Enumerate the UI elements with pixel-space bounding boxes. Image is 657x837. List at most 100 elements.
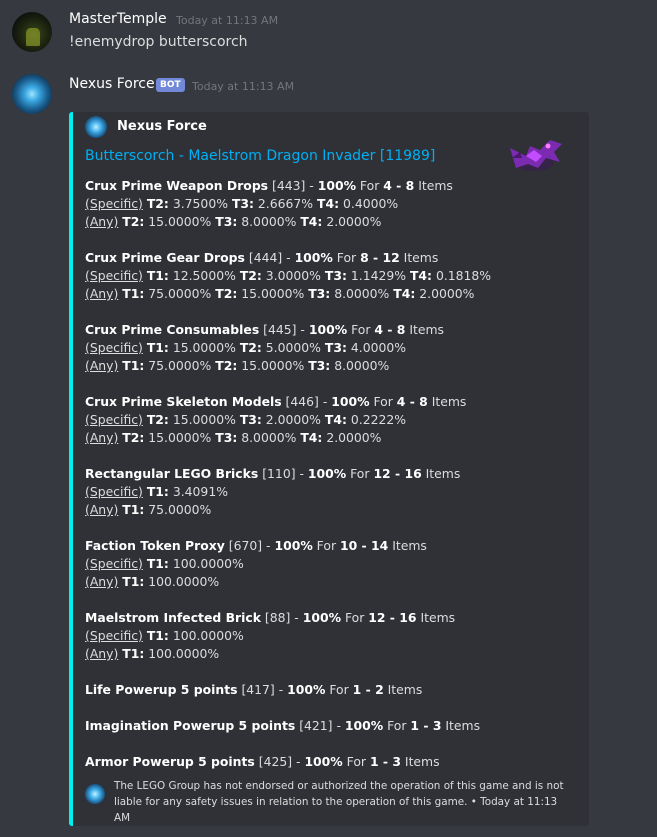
field-range: 4 - 8 — [396, 394, 428, 409]
tier-label: T2: — [239, 268, 262, 283]
tier-label: T4: — [393, 286, 416, 301]
tier-value: 100.0000% — [172, 556, 244, 571]
field-name: Rectangular LEGO Bricks — [85, 466, 259, 481]
tier-value: 15.0000% — [148, 430, 212, 445]
field-name: Life Powerup 5 points — [85, 682, 238, 697]
field-id: [421] — [299, 718, 333, 733]
tier-label: T3: — [215, 430, 238, 445]
tier-value: 15.0000% — [241, 358, 305, 373]
tier-label: T4: — [300, 430, 323, 445]
field-id: [110] — [262, 466, 296, 481]
field-specific-label: (Specific) — [85, 556, 143, 571]
embed-author-icon — [85, 116, 107, 138]
field-range: 10 - 14 — [339, 538, 389, 553]
field-specific-label: (Specific) — [85, 340, 143, 355]
tier-value: 4.0000% — [350, 340, 407, 355]
tier-label: T4: — [317, 196, 340, 211]
field-any-row: (Any) T2: 15.0000% T3: 8.0000% T4: 2.000… — [85, 429, 381, 447]
message-text: !enemydrop butterscorch — [69, 34, 248, 50]
tier-value: 3.0000% — [265, 268, 321, 283]
tier-label: T1: — [122, 574, 145, 589]
field-range: 12 - 16 — [368, 610, 417, 625]
tier-value: 100.0000% — [148, 574, 220, 589]
field-id: [88] — [264, 610, 291, 625]
tier-value: 15.0000% — [148, 214, 212, 229]
bot-avatar[interactable] — [12, 74, 52, 114]
field-percent: 100% — [317, 178, 356, 193]
bot-badge: BOT — [156, 78, 185, 92]
tier-label: T1: — [146, 268, 169, 283]
tier-value: 75.0000% — [148, 358, 212, 373]
field-percent: 100% — [344, 718, 384, 733]
bot-author[interactable]: Nexus Force — [69, 76, 155, 92]
tier-label: T1: — [146, 484, 169, 499]
tier-label: T4: — [409, 268, 432, 283]
field-any-label: (Any) — [85, 430, 119, 445]
field-heading: Maelstrom Infected Brick [88] - 100% For… — [85, 610, 456, 625]
tier-value: 75.0000% — [148, 286, 212, 301]
field-any-label: (Any) — [85, 502, 119, 517]
footer-icon — [85, 784, 105, 804]
dragon-thumbnail-icon[interactable] — [500, 128, 572, 176]
field-heading: Imagination Powerup 5 points [421] - 100… — [85, 718, 481, 733]
tier-value: 8.0000% — [334, 358, 390, 373]
field-specific-row: (Specific) T1: 3.4091% — [85, 483, 228, 501]
footer-line-2: liable for any safety issues in relation… — [114, 796, 558, 824]
field-any-row: (Any) T1: 75.0000% T2: 15.0000% T3: 8.00… — [85, 285, 474, 303]
tier-value: 0.1818% — [435, 268, 492, 283]
field-percent: 100% — [302, 610, 341, 625]
field-specific-label: (Specific) — [85, 268, 143, 283]
tier-value: 5.0000% — [265, 340, 321, 355]
tier-value: 15.0000% — [241, 286, 305, 301]
field-percent: 100% — [308, 322, 348, 337]
tier-label: T3: — [239, 412, 262, 427]
field-name: Crux Prime Consumables — [85, 322, 260, 337]
embed-title-link[interactable]: Butterscorch - Maelstrom Dragon Invader … — [85, 148, 435, 164]
tier-label: T2: — [215, 358, 238, 373]
field-name: Faction Token Proxy — [85, 538, 225, 553]
tier-value: 100.0000% — [148, 646, 220, 661]
field-id: [444] — [248, 250, 283, 265]
field-heading: Faction Token Proxy [670] - 100% For 10 … — [85, 538, 427, 553]
field-id: [425] — [258, 754, 293, 769]
tier-label: T3: — [308, 358, 331, 373]
field-percent: 100% — [287, 682, 326, 697]
tier-value: 3.4091% — [172, 484, 228, 499]
field-range: 8 - 12 — [360, 250, 400, 265]
tier-label: T2: — [239, 340, 262, 355]
tier-value: 8.0000% — [241, 214, 297, 229]
field-any-row: (Any) T1: 100.0000% — [85, 645, 219, 663]
user-avatar[interactable] — [12, 12, 52, 52]
field-any-row: (Any) T1: 75.0000% T2: 15.0000% T3: 8.00… — [85, 357, 389, 375]
tier-label: T4: — [300, 214, 323, 229]
field-specific-label: (Specific) — [85, 484, 143, 499]
field-name: Crux Prime Gear Drops — [85, 250, 245, 265]
tier-value: 2.6667% — [257, 196, 314, 211]
field-range: 4 - 8 — [383, 178, 415, 193]
field-heading: Rectangular LEGO Bricks [110] - 100% For… — [85, 466, 461, 481]
field-range: 12 - 16 — [373, 466, 422, 481]
bot-timestamp: Today at 11:13 AM — [192, 80, 295, 93]
tier-value: 8.0000% — [334, 286, 390, 301]
tier-label: T2: — [215, 286, 238, 301]
tier-label: T1: — [122, 502, 145, 517]
tier-value: 2.0000% — [419, 286, 475, 301]
tier-label: T1: — [146, 340, 169, 355]
field-range: 1 - 2 — [352, 682, 384, 697]
field-any-label: (Any) — [85, 574, 119, 589]
field-name: Crux Prime Weapon Drops — [85, 178, 269, 193]
tier-label: T2: — [146, 196, 169, 211]
tier-value: 12.5000% — [172, 268, 236, 283]
field-specific-label: (Specific) — [85, 196, 143, 211]
footer-line-1: The LEGO Group has not endorsed or autho… — [114, 780, 564, 792]
tier-label: T1: — [122, 358, 145, 373]
field-name: Imagination Powerup 5 points — [85, 718, 296, 733]
tier-value: 2.0000% — [326, 214, 382, 229]
tier-value: 0.4000% — [343, 196, 399, 211]
message-author[interactable]: MasterTemple — [69, 11, 167, 27]
field-heading: Armor Powerup 5 points [425] - 100% For … — [85, 754, 440, 769]
field-any-row: (Any) T2: 15.0000% T3: 8.0000% T4: 2.000… — [85, 213, 381, 231]
field-specific-row: (Specific) T1: 100.0000% — [85, 627, 244, 645]
field-id: [446] — [285, 394, 319, 409]
field-range: 4 - 8 — [374, 322, 406, 337]
